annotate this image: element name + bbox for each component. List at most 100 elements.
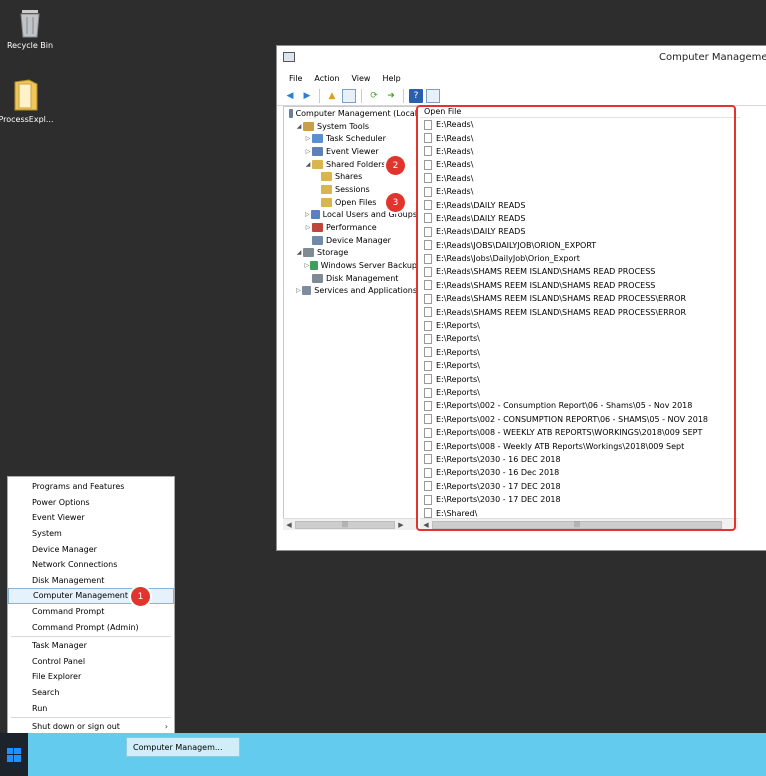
- taskbar-computer-management-button[interactable]: Computer Managem...: [126, 737, 240, 757]
- menu-action[interactable]: Action: [314, 74, 339, 83]
- list-item[interactable]: E:\Reports\: [420, 359, 740, 372]
- list-horizontal-scrollbar[interactable]: ◀ |||: [420, 518, 738, 530]
- tree-item-task-scheduler[interactable]: ▷ Task Scheduler: [284, 132, 417, 145]
- help-icon[interactable]: ?: [409, 88, 423, 103]
- menu-item-event-viewer[interactable]: Event Viewer: [8, 510, 174, 526]
- menu-help[interactable]: Help: [382, 74, 400, 83]
- list-item[interactable]: E:\Reads\: [420, 145, 740, 158]
- title-bar[interactable]: Computer Managemer: [277, 46, 766, 70]
- list-item[interactable]: E:\Reads\: [420, 185, 740, 198]
- list-item[interactable]: E:\Reads\DAILY READS: [420, 212, 740, 225]
- recycle-bin-desktop-icon[interactable]: Recycle Bin: [0, 6, 60, 50]
- list-item[interactable]: E:\Reports\002 - CONSUMPTION REPORT\06 -…: [420, 413, 740, 426]
- expand-arrow-icon[interactable]: ▷: [304, 135, 312, 142]
- menu-view[interactable]: View: [351, 74, 370, 83]
- process-explorer-desktop-icon[interactable]: ProcessExpl...: [0, 78, 56, 124]
- open-file-path: E:\Reads\: [436, 187, 474, 197]
- expand-arrow-icon[interactable]: ▷: [304, 211, 311, 218]
- list-item[interactable]: E:\Reports\008 - WEEKLY ATB REPORTS\WORK…: [420, 426, 740, 439]
- menu-item-task-manager[interactable]: Task Manager: [8, 638, 174, 654]
- tree-item-services-and-applications[interactable]: ▷ Services and Applications: [284, 285, 417, 298]
- list-item[interactable]: E:\Reports\008 - Weekly ATB Reports\Work…: [420, 439, 740, 452]
- menu-item-command-prompt[interactable]: Command Prompt: [8, 604, 174, 620]
- list-item[interactable]: E:\Reports\2030 - 16 DEC 2018: [420, 453, 740, 466]
- expand-arrow-icon[interactable]: ▷: [295, 287, 302, 294]
- open-file-path: E:\Reports\2030 - 17 DEC 2018: [436, 495, 561, 505]
- scroll-left-icon[interactable]: ◀: [420, 521, 432, 529]
- content-panes: Computer Management (Local ◢ System Tools ▷…: [281, 106, 766, 534]
- start-button[interactable]: [0, 733, 28, 776]
- up-folder-icon[interactable]: ▲: [325, 89, 339, 103]
- list-item[interactable]: E:\Reads\: [420, 172, 740, 185]
- menu-item-device-manager[interactable]: Device Manager: [8, 541, 174, 557]
- tree-item-computer-management-local[interactable]: Computer Management (Local: [284, 107, 417, 120]
- show-hide-action-pane-icon[interactable]: [426, 88, 440, 103]
- menu-item-system[interactable]: System: [8, 526, 174, 542]
- tree-horizontal-scrollbar[interactable]: ◀ ||| ▶: [283, 518, 418, 530]
- list-item[interactable]: E:\Reads\JOBS\DAILYJOB\ORION_EXPORT: [420, 239, 740, 252]
- menu-item-command-prompt-admin[interactable]: Command Prompt (Admin): [8, 619, 174, 635]
- open-file-path: E:\Reads\SHAMS REEM ISLAND\SHAMS READ PR…: [436, 294, 687, 304]
- list-item[interactable]: E:\Reports\: [420, 319, 740, 332]
- list-item[interactable]: E:\Reads\SHAMS REEM ISLAND\SHAMS READ PR…: [420, 265, 740, 278]
- list-item[interactable]: E:\Reports\: [420, 346, 740, 359]
- list-item[interactable]: E:\Reports\: [420, 332, 740, 345]
- scroll-thumb[interactable]: |||: [295, 520, 395, 529]
- tree-item-system-tools[interactable]: ◢ System Tools: [284, 120, 417, 133]
- forward-icon[interactable]: ▶: [300, 89, 314, 103]
- list-item[interactable]: E:\Reads\: [420, 158, 740, 171]
- file-icon: [424, 280, 432, 291]
- export-list-icon[interactable]: ➜: [384, 89, 398, 103]
- menu-file[interactable]: File: [289, 74, 302, 83]
- expand-arrow-icon[interactable]: ▷: [304, 224, 312, 231]
- collapse-arrow-icon[interactable]: ◢: [304, 161, 312, 168]
- windows-logo-icon: [7, 747, 21, 762]
- list-item[interactable]: E:\Reads\: [420, 131, 740, 144]
- tree-item-label: Task Scheduler: [326, 134, 386, 144]
- recycle-bin-label: Recycle Bin: [6, 41, 54, 50]
- scroll-right-icon[interactable]: ▶: [395, 521, 407, 529]
- list-item[interactable]: E:\Reports\: [420, 372, 740, 385]
- tree-item-label: System Tools: [317, 121, 370, 131]
- menu-item-power-options[interactable]: Power Options: [8, 495, 174, 511]
- tree-item-device-manager[interactable]: Device Manager: [284, 234, 417, 247]
- column-header-open-file[interactable]: Open File: [420, 106, 740, 118]
- tree-item-label: Open Files: [335, 197, 377, 207]
- expand-arrow-icon[interactable]: ▷: [304, 148, 312, 155]
- menu-item-programs-and-features[interactable]: Programs and Features: [8, 479, 174, 495]
- menu-item-control-panel[interactable]: Control Panel: [8, 654, 174, 670]
- menu-item-label: Command Prompt: [32, 607, 105, 617]
- file-icon: [424, 307, 432, 318]
- list-item[interactable]: E:\Reads\DAILY READS: [420, 198, 740, 211]
- scroll-left-icon[interactable]: ◀: [283, 521, 295, 529]
- list-item[interactable]: E:\Reads\SHAMS REEM ISLAND\SHAMS READ PR…: [420, 292, 740, 305]
- scroll-thumb[interactable]: |||: [432, 520, 722, 529]
- list-item[interactable]: E:\Reports\: [420, 386, 740, 399]
- list-item[interactable]: E:\Reads\: [420, 118, 740, 131]
- show-hide-tree-icon[interactable]: [342, 88, 356, 103]
- tree-item-disk-management[interactable]: Disk Management: [284, 272, 417, 285]
- list-item[interactable]: E:\Reports\002 - Consumption Report\06 -…: [420, 399, 740, 412]
- menu-item-run[interactable]: Run: [8, 700, 174, 716]
- file-icon: [424, 387, 432, 398]
- menu-item-disk-management[interactable]: Disk Management: [8, 573, 174, 589]
- list-item[interactable]: E:\Reads\DAILY READS: [420, 225, 740, 238]
- menu-item-network-connections[interactable]: Network Connections: [8, 557, 174, 573]
- back-icon[interactable]: ◀: [283, 89, 297, 103]
- tree-item-performance[interactable]: ▷ Performance: [284, 221, 417, 234]
- list-item[interactable]: E:\Reads\SHAMS REEM ISLAND\SHAMS READ PR…: [420, 279, 740, 292]
- collapse-arrow-icon[interactable]: ◢: [295, 123, 303, 130]
- tree-item-windows-server-backup[interactable]: ▷ Windows Server Backup: [284, 259, 417, 272]
- list-item[interactable]: E:\Reads\Jobs\DailyJob\Orion_Export: [420, 252, 740, 265]
- menu-item-search[interactable]: Search: [8, 685, 174, 701]
- open-file-path: E:\Reports\: [436, 334, 480, 344]
- list-item[interactable]: E:\Reports\2030 - 17 DEC 2018: [420, 480, 740, 493]
- collapse-arrow-icon[interactable]: ◢: [295, 249, 303, 256]
- tree-item-storage[interactable]: ◢ Storage: [284, 247, 417, 260]
- refresh-icon[interactable]: ⟳: [367, 89, 381, 103]
- expand-arrow-icon[interactable]: ▷: [304, 262, 310, 269]
- menu-item-file-explorer[interactable]: File Explorer: [8, 669, 174, 685]
- list-item[interactable]: E:\Reports\2030 - 16 Dec 2018: [420, 466, 740, 479]
- list-item[interactable]: E:\Reports\2030 - 17 DEC 2018: [420, 493, 740, 506]
- list-item[interactable]: E:\Reads\SHAMS REEM ISLAND\SHAMS READ PR…: [420, 305, 740, 318]
